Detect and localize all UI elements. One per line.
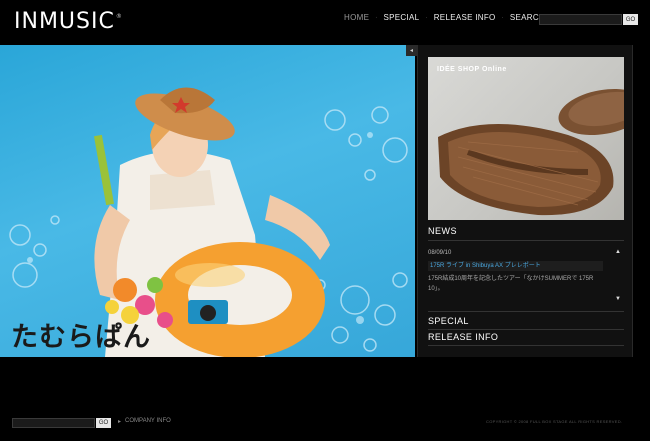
panel-link-special[interactable]: SPECIAL — [428, 316, 469, 326]
scroll-up-icon[interactable]: ▲ — [615, 249, 621, 255]
company-info-label: COMPANY INFO — [125, 418, 171, 424]
shop-banner[interactable]: IDÉE SHOP Online — [428, 57, 624, 220]
artist-name-caption: たむらぱん — [11, 322, 151, 353]
site-logo[interactable]: INMUSIC ® — [14, 9, 123, 35]
copyright-text: COPYRIGHT © 2008 FULL BOX STAGE ALL RIGH… — [486, 419, 623, 424]
arrow-left-icon: ◂ — [409, 48, 413, 54]
company-info-link[interactable]: ▸ COMPANY INFO — [118, 418, 171, 425]
divider — [428, 345, 624, 346]
header-search-input[interactable] — [539, 14, 622, 25]
right-panel: IDÉE SHOP Online NEWS ▲ 08/09/10 175R ライ… — [417, 45, 633, 357]
news-heading: NEWS — [428, 226, 457, 236]
nav-special[interactable]: SPECIAL — [384, 13, 420, 22]
footer-search-input[interactable] — [12, 418, 95, 428]
news-body-text: 175R結成10周年を記念したツアー「なかけSUMMERで 175R 10」。 — [428, 276, 594, 292]
nav-separator: · — [425, 14, 428, 21]
panel-link-release-info[interactable]: RELEASE INFO — [428, 332, 498, 342]
divider — [428, 329, 624, 330]
news-date: 08/09/10 — [428, 250, 452, 256]
header-search-go-button[interactable]: GO — [623, 14, 638, 25]
nav-separator: · — [501, 14, 504, 21]
hero-image[interactable]: たむらぱん — [0, 45, 415, 357]
hero-illustration — [9, 87, 408, 357]
shop-banner-title: IDÉE SHOP Online — [437, 66, 507, 73]
divider — [428, 311, 624, 312]
footer-search: GO — [12, 418, 111, 428]
news-headline-link[interactable]: 175R ライブ in Shibuya AX プレレポート — [428, 261, 603, 271]
bullet-icon: ▸ — [118, 419, 122, 425]
nav-separator: · — [375, 14, 378, 21]
scroll-down-icon[interactable]: ▼ — [615, 296, 621, 302]
divider — [428, 240, 624, 241]
logo-text: INMUSIC — [14, 9, 115, 34]
panel-collapse-button[interactable]: ◂ — [406, 45, 417, 56]
woven-bowl-image — [438, 88, 624, 216]
nav-release-info[interactable]: RELEASE INFO — [434, 13, 496, 22]
registered-mark: ® — [115, 13, 123, 20]
main-nav: HOME · SPECIAL · RELEASE INFO · SEARCH — [344, 13, 545, 22]
header-search: GO — [539, 14, 638, 25]
nav-home[interactable]: HOME — [344, 13, 369, 22]
footer-search-go-button[interactable]: GO — [96, 418, 111, 428]
